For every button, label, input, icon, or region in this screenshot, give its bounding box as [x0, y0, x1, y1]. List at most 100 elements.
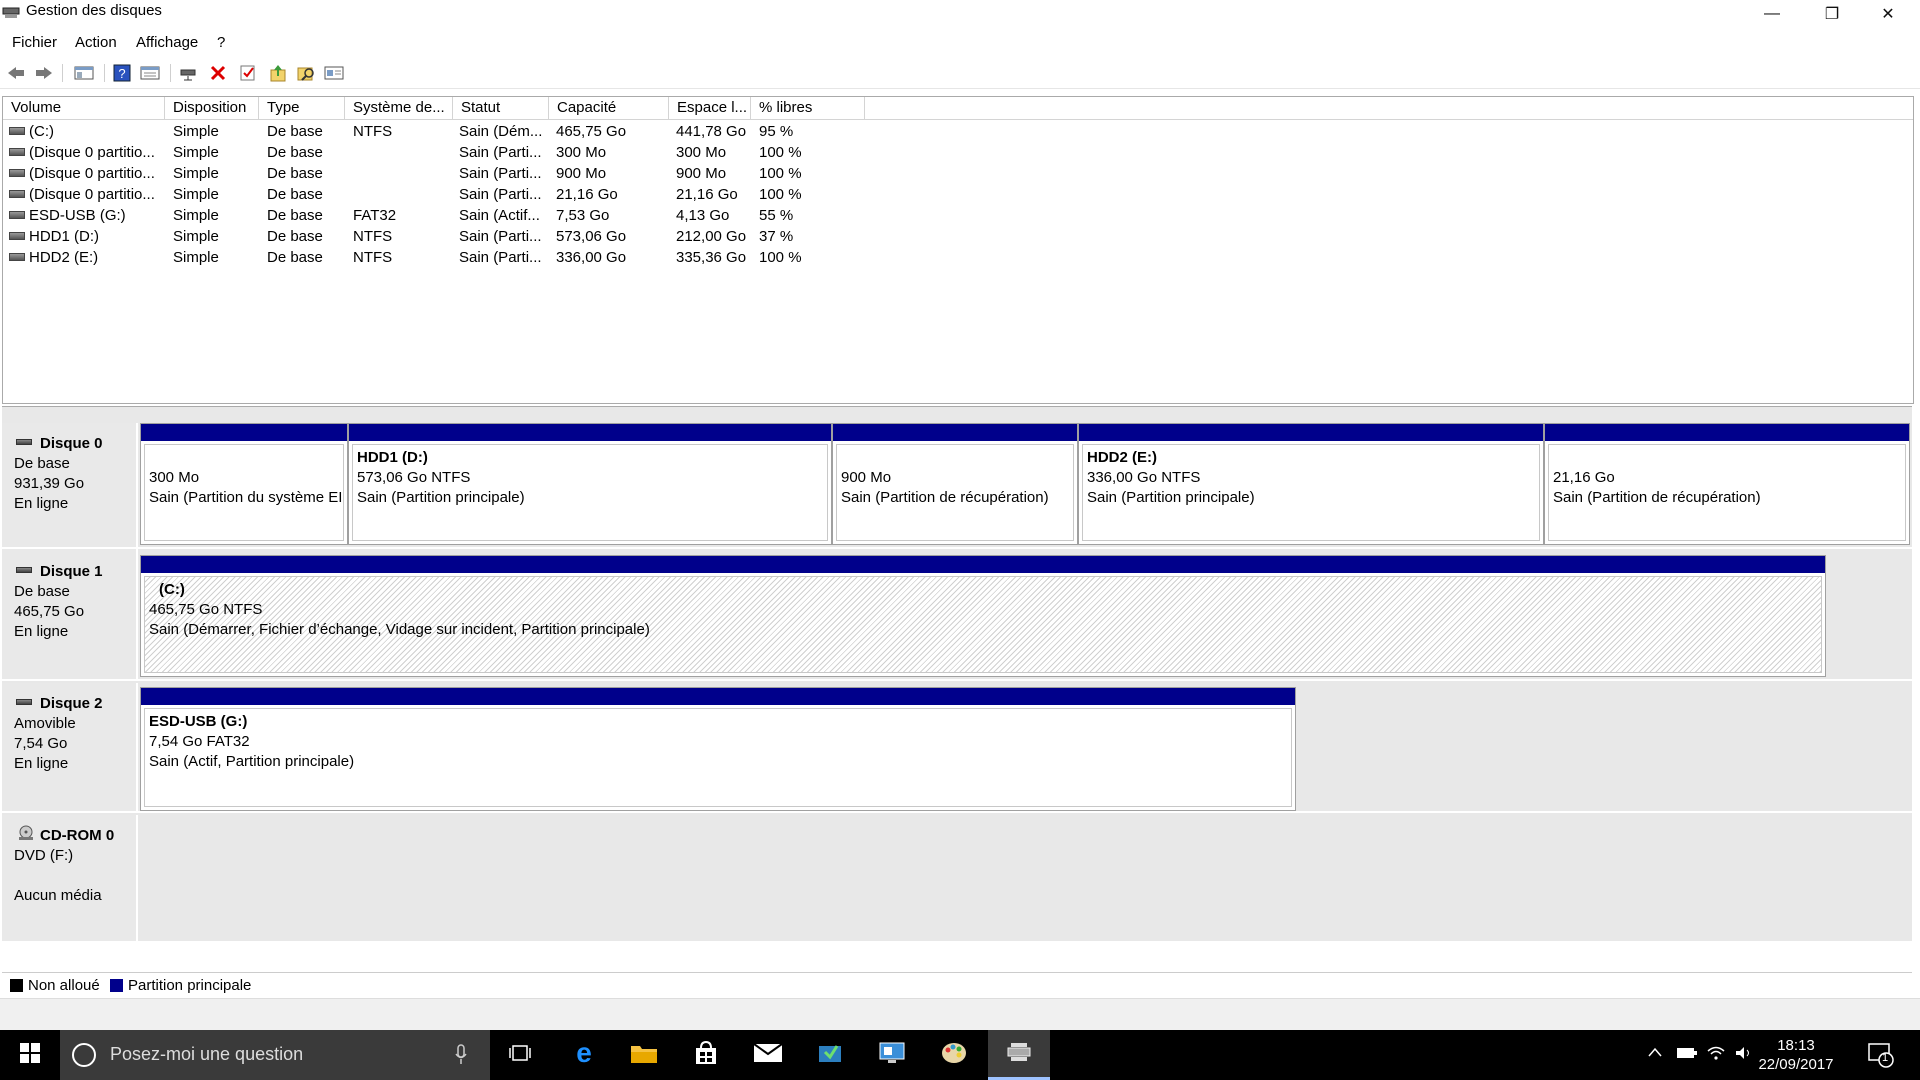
taskbar-app-2[interactable] — [862, 1030, 922, 1080]
partition-bar — [141, 424, 347, 441]
table-row[interactable]: (Disque 0 partitio... Simple De base Sain (… — [3, 142, 903, 163]
partition-hdd1[interactable]: HDD1 (D:) 573,06 Go NTFS Sain (Partition… — [348, 423, 832, 545]
clock[interactable]: 18:13 22/09/2017 — [1748, 1036, 1844, 1074]
partition-disk0-recovery-2[interactable]: 21,16 Go Sain (Partition de récupération… — [1544, 423, 1910, 545]
close-button[interactable]: ✕ — [1860, 0, 1916, 28]
column-filesystem[interactable]: Système de... — [345, 97, 453, 119]
start-button[interactable] — [0, 1030, 60, 1080]
delete-icon[interactable] — [206, 62, 230, 84]
disk-row-separator — [2, 547, 1912, 549]
partition-bar — [349, 424, 831, 441]
cdrom-0-label[interactable]: CD-ROM 0 DVD (F:) Aucun média — [2, 815, 138, 941]
properties-icon[interactable] — [138, 62, 162, 84]
volume-icon — [9, 148, 25, 156]
table-cell: 212,00 Go — [676, 228, 747, 245]
legend-primary: Partition principale — [128, 977, 252, 994]
disk-icon — [16, 439, 32, 445]
battery-icon[interactable] — [1676, 1046, 1698, 1063]
column-disposition[interactable]: Disposition — [165, 97, 259, 119]
partition-size: 465,75 Go NTFS — [149, 601, 263, 618]
taskbar-file-explorer[interactable] — [614, 1030, 674, 1080]
forward-icon[interactable] — [32, 62, 56, 84]
check-icon[interactable] — [236, 62, 260, 84]
table-row[interactable]: HDD1 (D:) Simple De base NTFS Sain (Parti...… — [3, 226, 903, 247]
disk-type: Amovible — [14, 715, 76, 732]
disk-2-label[interactable]: Disque 2 Amovible 7,54 Go En ligne — [2, 683, 138, 813]
disk-1-label[interactable]: Disque 1 De base 465,75 Go En ligne — [2, 551, 138, 681]
legend: Non alloué Partition principale — [2, 972, 1912, 997]
minimize-button[interactable]: — — [1744, 0, 1800, 28]
partition-c[interactable]: (C:) 465,75 Go NTFS Sain (Démarrer, Fich… — [140, 555, 1826, 677]
partition-hdd2[interactable]: HDD2 (E:) 336,00 Go NTFS Sain (Partition… — [1078, 423, 1544, 545]
legend-unallocated: Non alloué — [28, 977, 100, 994]
column-free-space[interactable]: Espace l... — [669, 97, 751, 119]
import-icon[interactable] — [266, 62, 290, 84]
disk-management-icon — [1005, 1040, 1033, 1068]
table-cell: HDD2 (E:) — [29, 249, 99, 266]
taskbar-mail[interactable] — [738, 1030, 798, 1080]
action-center-icon[interactable]: 1 — [1868, 1042, 1894, 1071]
microphone-icon[interactable] — [454, 1044, 468, 1066]
partition-esd-usb[interactable]: ESD-USB (G:) 7,54 Go FAT32 Sain (Actif, … — [140, 687, 1296, 811]
table-cell: 465,75 Go — [556, 123, 627, 140]
partition-disk0-efi[interactable]: 300 Mo Sain (Partition du système EI — [140, 423, 348, 545]
toolbar-separator — [170, 64, 171, 82]
menu-fichier[interactable]: Fichier — [12, 34, 57, 51]
table-row[interactable]: (C:) Simple De base NTFS Sain (Dém... 465,75 … — [3, 121, 903, 142]
table-cell: (Disque 0 partitio... — [29, 186, 155, 203]
disk-size: 931,39 Go — [14, 475, 85, 492]
back-icon[interactable] — [4, 62, 28, 84]
console-tree-icon[interactable] — [72, 62, 96, 84]
partition-disk0-recovery-1[interactable]: 900 Mo Sain (Partition de récupération) — [832, 423, 1078, 545]
taskbar-paint[interactable] — [924, 1030, 984, 1080]
table-cell: (Disque 0 partitio... — [29, 165, 155, 182]
view-icon[interactable] — [322, 62, 346, 84]
partition-size: 21,16 Go — [1553, 469, 1615, 486]
title-bar: Gestion des disques — ❐ ✕ — [0, 0, 1920, 28]
table-cell: De base — [267, 249, 323, 266]
disk-icon — [16, 699, 32, 705]
table-cell: Sain (Parti... — [459, 186, 542, 203]
table-cell: 900 Mo — [556, 165, 607, 182]
partition-size: 573,06 Go NTFS — [357, 469, 471, 486]
window-title: Gestion des disques — [26, 2, 162, 19]
column-capacity[interactable]: Capacité — [549, 97, 669, 119]
taskbar-edge[interactable]: e — [554, 1030, 614, 1080]
table-row[interactable]: HDD2 (E:) Simple De base NTFS Sain (Parti...… — [3, 247, 903, 268]
partition-title: HDD2 (E:) — [1087, 449, 1157, 466]
taskbar-store[interactable] — [676, 1030, 736, 1080]
store-icon — [693, 1040, 719, 1070]
menu-affichage[interactable]: Affichage — [136, 34, 198, 51]
show-hidden-icons[interactable] — [1648, 1044, 1662, 1060]
task-view-button[interactable] — [490, 1030, 550, 1080]
taskbar-app-1[interactable] — [800, 1030, 860, 1080]
table-row[interactable]: ESD-USB (G:) Simple De base FAT32 Sain (Acti… — [3, 205, 903, 226]
partition-status: Sain (Démarrer, Fichier d’échange, Vidag… — [149, 621, 650, 638]
column-status[interactable]: Statut — [453, 97, 549, 119]
search-placeholder: Posez-moi une question — [110, 1044, 304, 1064]
menu-help[interactable]: ? — [217, 34, 225, 51]
taskbar-disk-management[interactable] — [988, 1030, 1050, 1080]
volume-icon — [9, 253, 25, 261]
column-type[interactable]: Type — [259, 97, 345, 119]
wifi-icon[interactable] — [1706, 1045, 1726, 1064]
search-box[interactable]: Posez-moi une question — [60, 1030, 490, 1080]
table-cell: 95 % — [759, 123, 794, 140]
column-volume[interactable]: Volume — [3, 97, 165, 119]
table-cell: De base — [267, 123, 323, 140]
disk-0-label[interactable]: Disque 0 De base 931,39 Go En ligne — [2, 423, 138, 551]
connect-icon[interactable] — [176, 62, 200, 84]
menu-action[interactable]: Action — [75, 34, 117, 51]
disk-icon — [16, 567, 32, 573]
search-icon[interactable] — [294, 62, 318, 84]
disk-row-separator — [2, 679, 1912, 681]
cortana-icon — [72, 1043, 96, 1067]
table-row[interactable]: (Disque 0 partitio... Simple De base Sain (… — [3, 184, 903, 205]
help-icon[interactable]: ? — [110, 62, 134, 84]
restore-button[interactable]: ❐ — [1804, 0, 1860, 28]
disk-state: Aucun média — [14, 887, 102, 904]
table-cell: Simple — [173, 207, 219, 224]
table-row[interactable]: (Disque 0 partitio... Simple De base Sain (… — [3, 163, 903, 184]
table-cell: Sain (Parti... — [459, 165, 542, 182]
column-percent-free[interactable]: % libres — [751, 97, 865, 119]
